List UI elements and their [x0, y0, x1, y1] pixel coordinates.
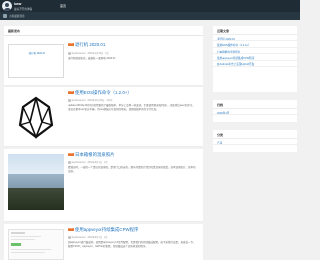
- author-avatar-icon: [68, 52, 71, 55]
- post-thumbnail[interactable]: [8, 229, 64, 260]
- post-date: 2019年9月1日: [87, 162, 103, 164]
- post-author[interactable]: stephsuwonui: [72, 162, 86, 164]
- section-title: 最新发布: [4, 26, 203, 36]
- post-badge: 原创: [68, 91, 74, 95]
- post-thumbnail[interactable]: [8, 154, 64, 210]
- post-card: 原创 使用appveyor持续集成CPW程序 stephsuwonui 2019…: [4, 224, 203, 260]
- post-excerpt: 因appveyor进行集成时，使用是appveyor.yml文件配置，也是我们的…: [68, 241, 196, 248]
- nav-home-link[interactable]: 首页: [60, 4, 66, 8]
- post-views: 1次: [103, 237, 108, 239]
- post-views: 1次: [103, 162, 108, 164]
- archive-link[interactable]: 2020年1月: [213, 109, 297, 116]
- sub-navigation-bar: 小米最新消息: [0, 12, 300, 20]
- screenshot-line: [11, 252, 45, 254]
- trees-image: [8, 188, 64, 210]
- top-header: lusw 最好开开的博客 首页 小米最新消息: [0, 0, 300, 20]
- site-name[interactable]: lusw: [14, 2, 21, 6]
- post-excerpt: updata 2019年10月1日已经更新了最新版本，单分上会将一些变动，主要使…: [68, 104, 195, 111]
- author-avatar-icon: [68, 236, 71, 239]
- screenshot-line: [11, 239, 35, 241]
- author-avatar-icon: [68, 161, 71, 164]
- post-thumbnail[interactable]: [8, 92, 64, 142]
- screenshot-button: [11, 243, 21, 246]
- main-content: 最新发布 退行机 2020.01 原创 退行机 2020.01 stephsuw…: [4, 26, 203, 260]
- post-views: 121次: [106, 100, 113, 102]
- post-excerpt: 退行机感谢各位，着级秋 + 面开机 2020.01: [68, 57, 116, 60]
- post-title[interactable]: 日本箱根的温泉照片: [75, 152, 115, 158]
- post-title[interactable]: 退行机 2020.01: [75, 42, 105, 48]
- home-icon[interactable]: [3, 14, 7, 18]
- post-views: 1次: [105, 53, 109, 55]
- post-title[interactable]: 使用appveyor持续集成CPW程序: [75, 227, 138, 233]
- post-meta: stephsuwonui 2019年9月1日 1次: [68, 235, 108, 239]
- screenshot-line: [11, 236, 41, 238]
- sub-nav-item[interactable]: 小米最新消息: [9, 14, 25, 18]
- post-title[interactable]: 使用EOS操作命令（1.2.0+）: [75, 90, 132, 96]
- post-card: 原创 使用EOS操作命令（1.2.0+） stephsuwonui 2019年1…: [4, 87, 203, 147]
- post-date: 2019年11月20日: [87, 100, 105, 102]
- thumbnail-alt-text: 退行机 2020.01: [28, 52, 46, 55]
- post-author[interactable]: stephsuwonui: [72, 237, 86, 239]
- category-link[interactable]: 产品: [213, 139, 297, 146]
- post-meta: stephsuwonui 2020年1月20日 1次: [68, 51, 109, 55]
- site-description: 最好开开的博客: [14, 7, 33, 11]
- eos-logo-icon: [18, 96, 54, 140]
- post-author[interactable]: stephsuwonui: [72, 100, 86, 102]
- post-badge: 原创: [68, 43, 74, 47]
- post-meta: stephsuwonui 2019年11月20日 121次: [68, 98, 112, 102]
- post-date: 2019年9月1日: [87, 237, 103, 239]
- recent-posts-widget: 近期文章 退行机 2020.01 使用EOS操作命令（1.2.0+） 日本箱根的…: [213, 26, 297, 92]
- post-excerpt: 看酒店时，一般的一个是店的温泉照，是带门口的去的。那么你是照片经历的是温泉的感受…: [68, 166, 196, 173]
- author-avatar-icon: [68, 99, 71, 102]
- post-date: 2020年1月20日: [87, 53, 104, 55]
- widget-title: 近期文章: [213, 26, 297, 35]
- post-card: 原创 日本箱根的温泉照片 stephsuwonui 2019年9月1日 1次 看…: [4, 149, 203, 222]
- post-badge: 原创: [68, 153, 74, 157]
- screenshot-line: [11, 249, 51, 251]
- widget-title: 归档: [213, 100, 297, 109]
- categories-widget: 分类 产品: [213, 130, 297, 152]
- screenshot-line: [11, 232, 25, 234]
- post-thumbnail[interactable]: 退行机 2020.01: [8, 44, 64, 78]
- recent-post-link[interactable]: 在Android平台上实现Hybrid开发: [213, 61, 297, 67]
- post-author[interactable]: stephsuwonui: [72, 53, 86, 55]
- post-badge: 原创: [68, 228, 74, 232]
- avatar[interactable]: [2, 1, 12, 11]
- widget-title: 分类: [213, 130, 297, 139]
- archives-widget: 归档 2020年1月: [213, 100, 297, 122]
- post-card: 退行机 2020.01 原创 退行机 2020.01 stephsuwonui …: [4, 36, 203, 86]
- post-meta: stephsuwonui 2019年9月1日 1次: [68, 160, 108, 164]
